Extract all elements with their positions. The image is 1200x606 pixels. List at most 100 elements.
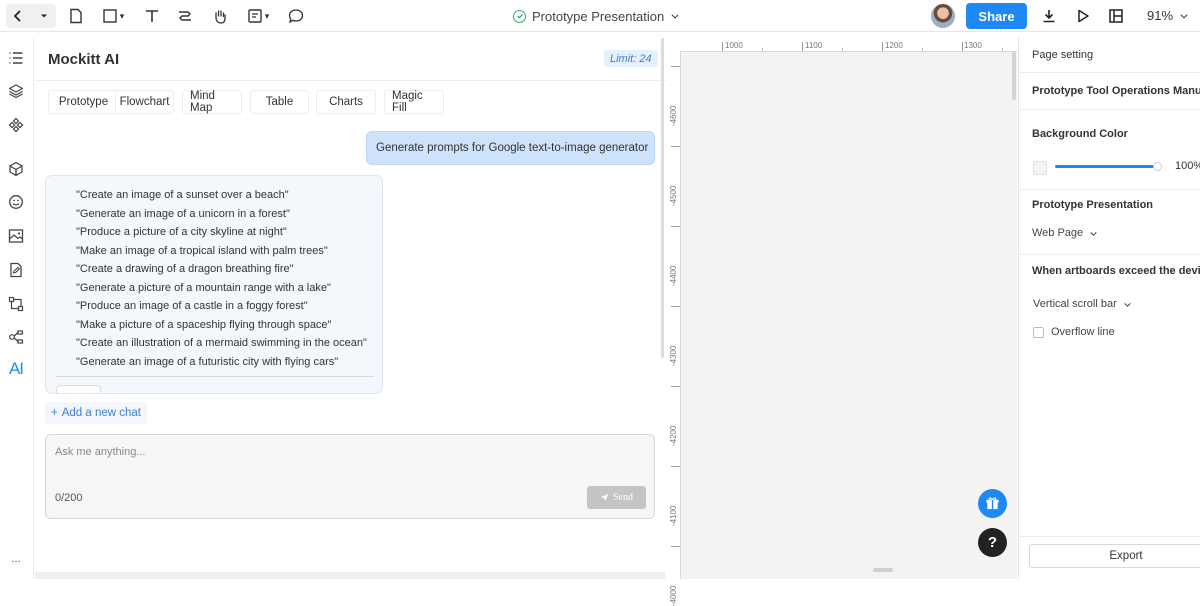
send-icon [600,493,609,502]
download-icon[interactable] [1041,6,1057,26]
ruler-label: -4500 [669,185,678,206]
background-color-label: Background Color [1032,128,1128,140]
cube-icon[interactable] [7,160,25,178]
chat-composer: 0/200 Send [45,434,655,519]
ruler-label: 1300 [964,41,982,50]
presentation-label: Prototype Presentation [1032,199,1154,211]
list-item: "Generate an image of a futuristic city … [76,355,339,368]
divider [1019,254,1200,255]
panel-scrollbar[interactable] [661,38,665,358]
horizontal-scrollbar[interactable] [35,572,665,579]
gift-icon [986,497,999,510]
list-item: "Generate an image of a unicorn in a for… [76,207,290,220]
limit-badge: Limit: 24 [604,50,658,67]
share-button[interactable]: Share [966,3,1027,29]
chevron-left-icon[interactable] [10,6,26,26]
layout-panel-icon[interactable] [1108,6,1124,26]
ruler-label: -4300 [669,345,678,366]
saved-check-icon [513,9,526,23]
ruler-tick [1002,48,1003,51]
export-button[interactable]: Export [1029,544,1200,568]
list-item: "Produce an image of a castle in a foggy… [76,300,308,312]
chip-magic-fill[interactable]: Magic Fill [384,90,444,114]
ruler-label: 1100 [805,41,823,50]
scroll-option-value: Vertical scroll bar [1033,298,1117,310]
chip-table[interactable]: Table [250,90,309,114]
design-canvas[interactable] [667,38,1017,579]
color-swatch[interactable] [1033,161,1047,175]
mindmap-icon[interactable] [7,328,25,346]
left-rail: AI ... [0,38,34,579]
ruler-label: -4400 [669,265,678,286]
divider [1019,536,1200,537]
chevron-down-icon [1124,302,1131,307]
ruler-tick [671,466,680,467]
avatar[interactable] [931,4,955,28]
send-label: Send [613,492,633,503]
ruler-tick [882,42,883,51]
flow-icon[interactable] [7,295,25,313]
chip-flowchart[interactable]: Flowchart [115,90,174,114]
ruler-tick [962,42,963,51]
chevron-down-icon [1180,13,1188,19]
ruler-tick [762,48,763,51]
list-icon[interactable] [7,49,25,67]
text-tool-icon[interactable] [144,6,160,26]
presentation-select[interactable]: Web Page [1032,227,1098,239]
ruler-tick [671,386,680,387]
scroll-option-select[interactable]: Vertical scroll bar [1033,298,1132,310]
chip-prototype[interactable]: Prototype [48,90,119,114]
send-button[interactable]: Send [587,486,646,509]
list-item: "Create an illustration of a mermaid swi… [76,337,367,349]
prompt-list: "Create an image of a sunset over a beac… [76,186,367,371]
user-message: Generate prompts for Google text-to-imag… [366,131,655,165]
ai-icon[interactable]: AI [7,359,25,378]
add-new-chat-button[interactable]: + Add a new chat [45,402,147,424]
document-title[interactable]: Prototype Presentation [513,8,680,24]
overflow-line-checkbox[interactable] [1033,327,1044,338]
chip-charts[interactable]: Charts [316,90,376,114]
page-settings-panel: Page setting Prototype Tool Operations M… [1018,38,1200,579]
ruler-tick [722,42,723,51]
connector-tool-icon[interactable] [177,6,193,26]
chat-input[interactable] [55,444,595,460]
ruler-label: -4000 [669,585,678,606]
panel-title: Mockitt AI [48,51,120,68]
canvas-vertical-scrollbar[interactable] [1012,52,1016,100]
opacity-slider[interactable] [1055,165,1155,168]
layers-icon[interactable] [7,82,25,100]
opacity-value[interactable]: 100% [1175,160,1200,172]
character-counter: 0/200 [55,492,83,504]
list-item: "Create an image of a sunset over a beac… [76,189,289,201]
divider [1019,109,1200,110]
opacity-slider-handle[interactable] [1153,162,1162,171]
ai-chat-panel: Mockitt AI Limit: 24 Prototype Flowchart… [35,38,666,579]
response-action-button[interactable] [56,385,101,393]
image-icon[interactable] [7,227,25,245]
play-icon[interactable] [1075,6,1091,26]
ruler-label: -4600 [669,105,678,126]
ruler-label: -4100 [669,505,678,526]
list-item: "Make a picture of a spaceship flying th… [76,318,332,331]
canvas-horizontal-scrollbar[interactable] [873,568,893,572]
caret-down-icon[interactable] [38,6,50,26]
comment-icon[interactable] [288,6,304,26]
zoom-dropdown[interactable]: 91% [1147,8,1189,23]
vertical-ruler: -4600 -4500 -4400 -4300 -4200 -4100 -400… [667,38,681,606]
shape-tool-button[interactable]: ▾ [98,6,128,26]
emoji-icon[interactable] [7,193,25,211]
list-item: "Create a drawing of a dragon breathing … [76,263,294,275]
hand-tool-icon[interactable] [211,6,228,26]
ruler-tick [671,546,680,547]
components-icon[interactable] [7,116,25,134]
help-button[interactable]: ? [978,528,1007,557]
page-setting-label: Page setting [1032,49,1094,61]
scrollbar-thumb[interactable] [661,38,664,358]
more-icon[interactable]: ... [7,550,25,568]
chip-mind-map[interactable]: Mind Map [182,90,242,114]
ruler-tick [671,146,680,147]
note-tool-button[interactable]: ▾ [243,6,273,26]
file-edit-icon[interactable] [7,261,25,279]
gift-button[interactable] [978,489,1007,518]
page-icon[interactable] [68,6,84,26]
